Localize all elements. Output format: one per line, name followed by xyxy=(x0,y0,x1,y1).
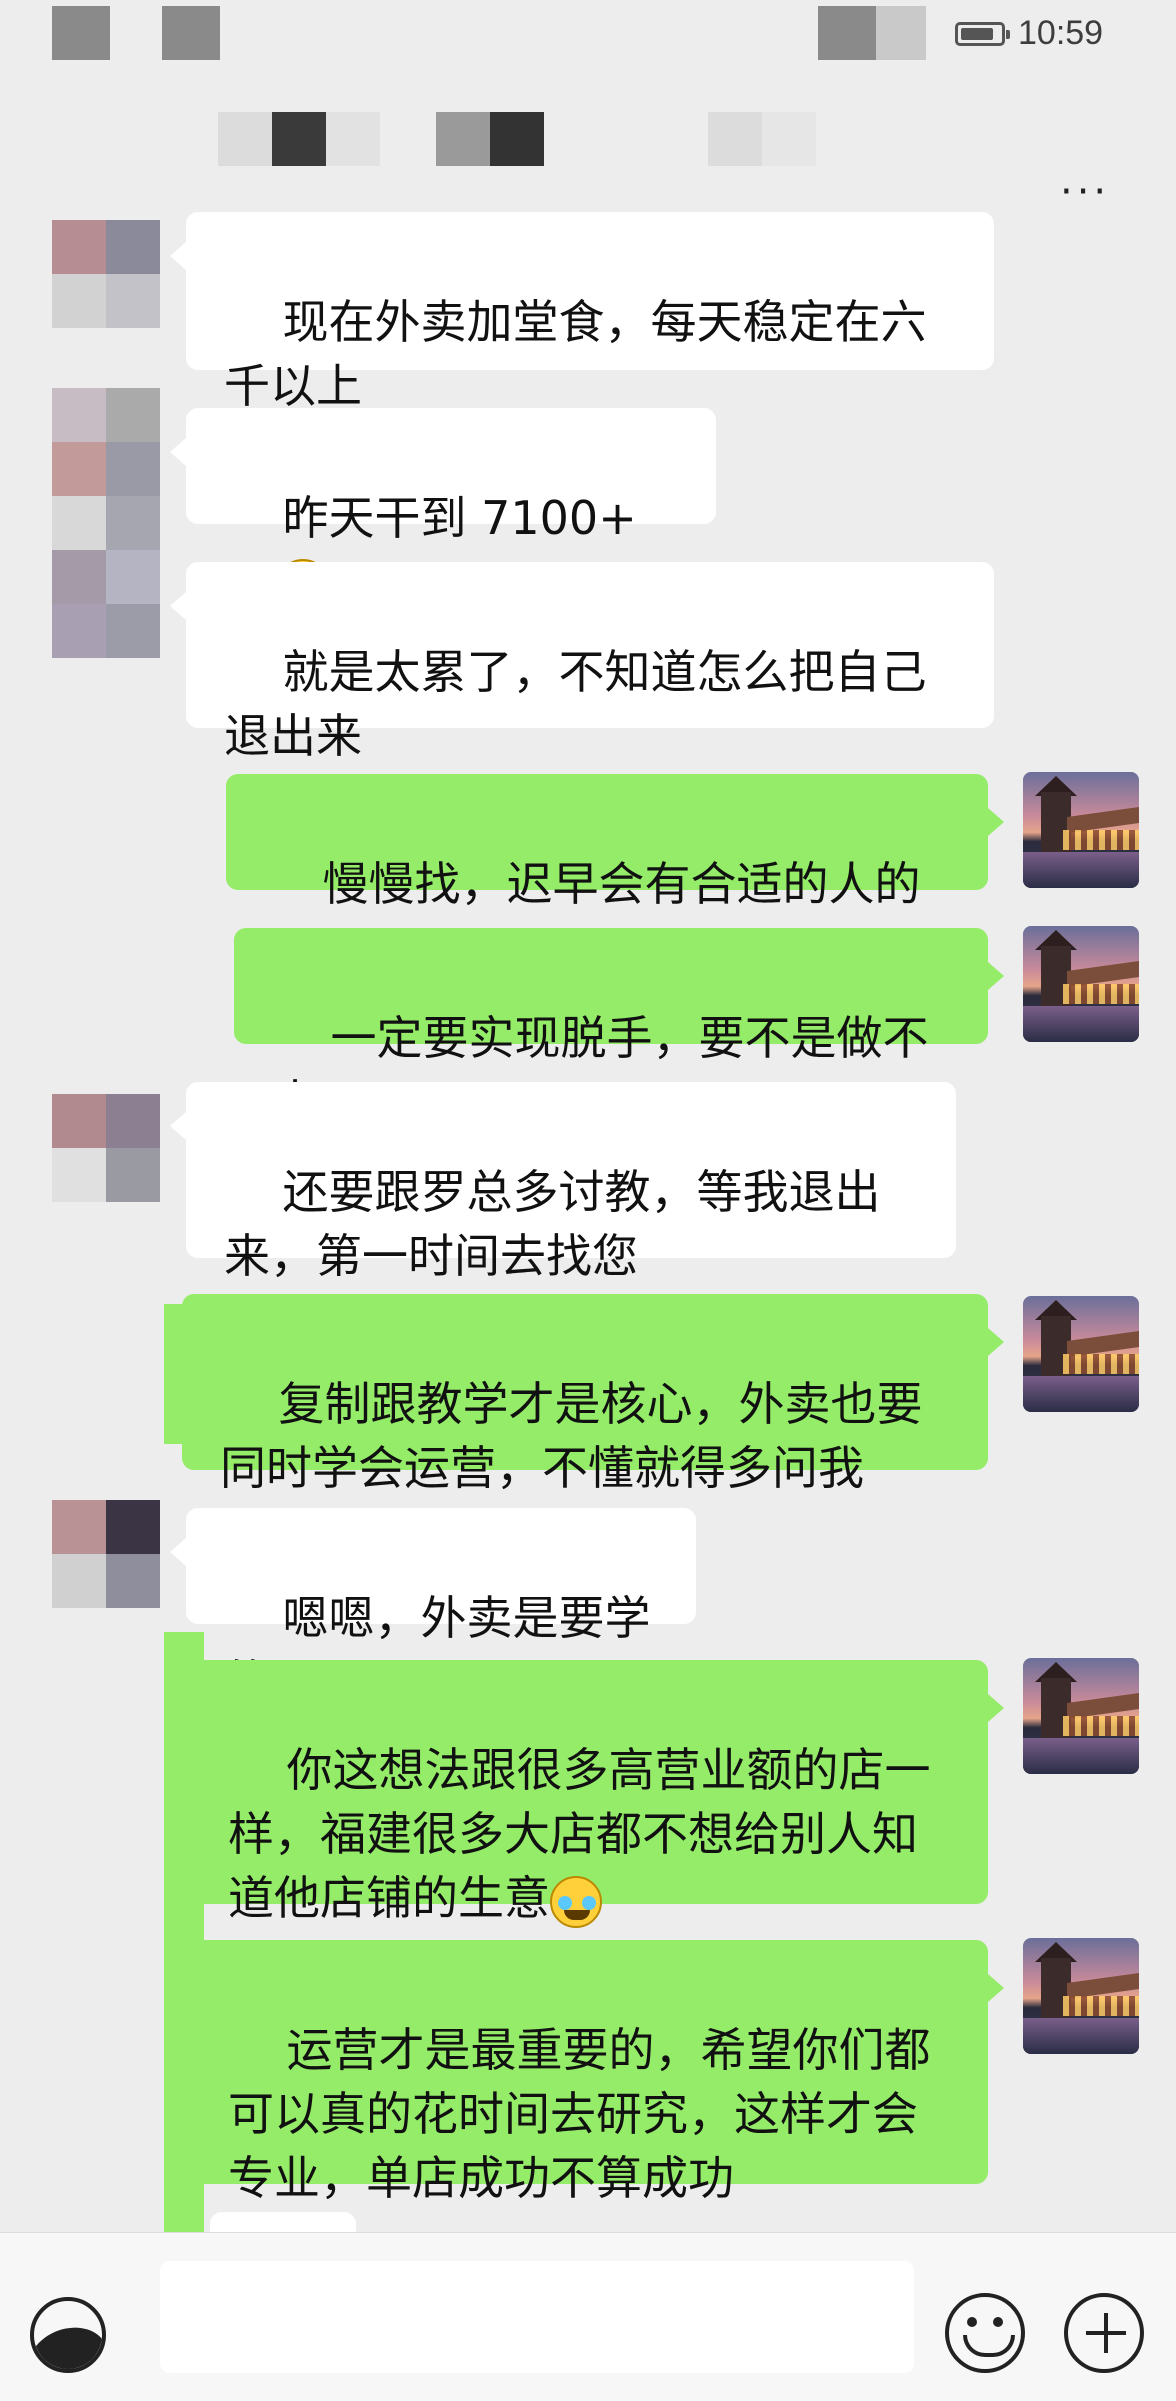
bubble-shadow-strip xyxy=(164,1304,184,1444)
more-actions-plus-button[interactable] xyxy=(1064,2293,1144,2373)
blurred-contact-name xyxy=(708,112,762,166)
status-bar: 10:59 xyxy=(0,0,1176,72)
blurred-contact-name xyxy=(490,112,544,166)
message-text: 现在外卖加堂食，每天稳定在六千以上 xyxy=(224,295,927,413)
message-bubble-outgoing[interactable]: 一定要实现脱手，要不是做不大 xyxy=(234,928,1004,1129)
blurred-status-icon xyxy=(162,6,220,60)
user-avatar[interactable] xyxy=(1023,1938,1139,2054)
blurred-status-icon xyxy=(876,6,926,60)
contact-avatar[interactable] xyxy=(52,388,160,658)
user-avatar[interactable] xyxy=(1023,926,1139,1042)
message-bubble-incoming[interactable]: 就是太累了，不知道怎么把自己退出来 xyxy=(170,562,994,763)
message-text: 运营才是最重要的，希望你们都可以真的花时间去研究，这样才会专业，单店成功不算成功 xyxy=(228,2023,931,2205)
user-avatar[interactable] xyxy=(1023,1658,1139,1774)
blurred-contact-name xyxy=(436,112,490,166)
message-bubble-incoming-partial[interactable] xyxy=(210,2212,356,2232)
blurred-contact-name xyxy=(326,112,380,166)
message-bubble-incoming[interactable]: 还要跟罗总多讨教，等我退出来，第一时间去找您 xyxy=(170,1082,956,1283)
message-bubble-incoming[interactable]: 昨天干到 7100+ 了 xyxy=(170,408,716,613)
battery-icon xyxy=(955,22,1010,46)
message-bubble-outgoing[interactable]: 复制跟教学才是核心，外卖也要同时学会运营，不懂就得多问我 xyxy=(182,1294,1004,1495)
message-text: 慢慢找，迟早会有合适的人的 xyxy=(322,857,921,911)
emoji-picker-button[interactable] xyxy=(945,2293,1025,2373)
contact-avatar[interactable] xyxy=(52,1500,160,1608)
blurred-contact-name xyxy=(762,112,816,166)
contact-avatar[interactable] xyxy=(52,1094,160,1202)
message-text: 复制跟教学才是核心，外卖也要同时学会运营，不懂就得多问我 xyxy=(220,1377,923,1495)
blurred-status-icon xyxy=(818,6,876,60)
message-input[interactable] xyxy=(160,2261,914,2373)
blurred-status-icon xyxy=(52,6,110,60)
message-bubble-outgoing[interactable]: 慢慢找，迟早会有合适的人的 xyxy=(226,774,1004,975)
message-bubble-outgoing[interactable]: 你这想法跟很多高营业额的店一样，福建很多大店都不想给别人知道他店铺的生意 xyxy=(190,1660,1004,1928)
blurred-contact-name xyxy=(218,112,272,166)
user-avatar[interactable] xyxy=(1023,1296,1139,1412)
crying-laughing-icon xyxy=(550,1875,602,1928)
status-time: 10:59 xyxy=(1018,14,1104,52)
user-avatar[interactable] xyxy=(1023,772,1139,888)
voice-input-button[interactable] xyxy=(30,2297,106,2373)
message-bubble-incoming[interactable]: 嗯嗯，外卖是要学的 xyxy=(170,1508,696,1709)
message-bubble-outgoing[interactable]: 运营才是最重要的，希望你们都可以真的花时间去研究，这样才会专业，单店成功不算成功 xyxy=(190,1940,1004,2205)
blurred-contact-name xyxy=(272,112,326,166)
chat-header: ··· xyxy=(0,72,1176,212)
message-text: 就是太累了，不知道怎么把自己退出来 xyxy=(224,645,927,763)
input-bar xyxy=(0,2232,1176,2401)
chat-message-list[interactable]: 现在外卖加堂食，每天稳定在六千以上 昨天干到 7100+ 了 就是太累了，不知道… xyxy=(0,212,1176,2232)
message-bubble-incoming[interactable]: 现在外卖加堂食，每天稳定在六千以上 xyxy=(170,212,994,413)
contact-avatar[interactable] xyxy=(52,220,160,340)
more-options-button[interactable]: ··· xyxy=(1060,172,1110,212)
message-text: 还要跟罗总多讨教，等我退出来，第一时间去找您 xyxy=(224,1165,881,1283)
